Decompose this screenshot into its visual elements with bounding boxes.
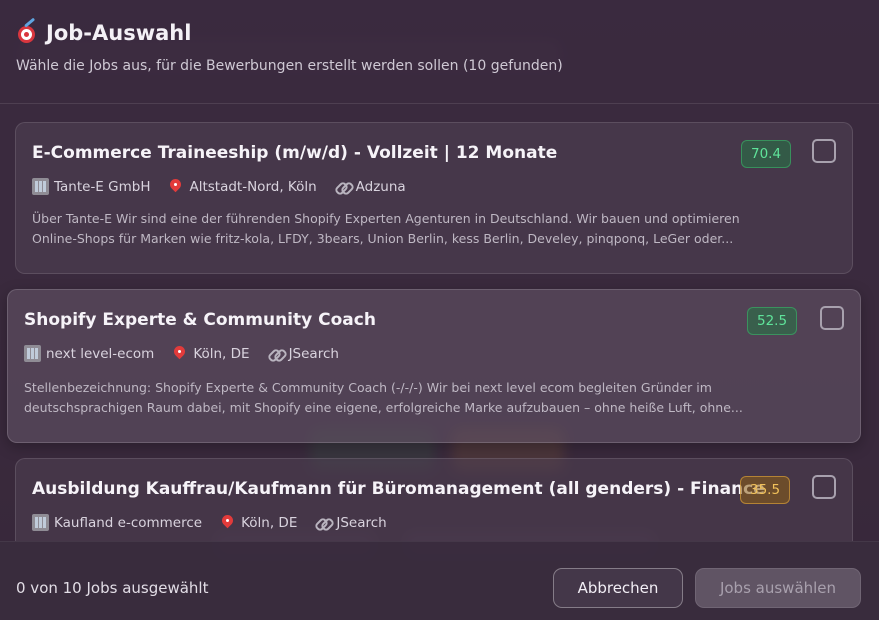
pin-icon bbox=[167, 178, 184, 195]
job-title: E-Commerce Traineeship (m/w/d) - Vollzei… bbox=[32, 143, 558, 163]
job-title: Ausbildung Kauffrau/Kaufmann für Büroman… bbox=[32, 479, 765, 499]
job-meta: next level-ecom Köln, DE JSearch bbox=[24, 345, 356, 362]
match-score-badge: 70.4 bbox=[741, 140, 792, 168]
job-company: Kaufland e-commerce bbox=[54, 514, 203, 531]
building-icon bbox=[24, 345, 41, 362]
dialog-subtitle: Wähle die Jobs aus, für die Bewerbungen … bbox=[16, 58, 563, 74]
dialog-title: Job-Auswahl bbox=[16, 17, 863, 48]
dialog-footer: 0 von 10 Jobs ausgewählt Abbrechen Jobs … bbox=[0, 541, 879, 620]
job-title: Shopify Experte & Community Coach bbox=[24, 310, 376, 330]
job-location: Köln, DE bbox=[193, 345, 250, 362]
link-icon bbox=[334, 178, 351, 195]
match-score-badge: 52.5 bbox=[747, 307, 798, 335]
job-description-line: Online-Shops für Marken wie fritz-kola, … bbox=[32, 231, 734, 246]
dialog-header: Job-Auswahl Wähle die Jobs aus, für die … bbox=[0, 0, 879, 104]
job-select-checkbox[interactable] bbox=[812, 475, 836, 499]
job-card[interactable]: Shopify Experte & Community Coach 52.5 n… bbox=[7, 289, 861, 443]
match-score-badge: 35.5 bbox=[740, 476, 791, 504]
job-select-checkbox[interactable] bbox=[812, 139, 836, 163]
job-description-line: deutschsprachigen Raum dabei, mit Shopif… bbox=[24, 400, 743, 415]
job-card[interactable]: Ausbildung Kauffrau/Kaufmann für Büroman… bbox=[15, 458, 853, 541]
job-company: Tante-E GmbH bbox=[54, 178, 151, 195]
pin-icon bbox=[171, 345, 188, 362]
job-location: Köln, DE bbox=[241, 514, 298, 531]
dialog-title-text: Job-Auswahl bbox=[46, 21, 192, 45]
building-icon bbox=[32, 514, 49, 531]
job-card[interactable]: E-Commerce Traineeship (m/w/d) - Vollzei… bbox=[15, 122, 853, 274]
job-description: Stellenbezeichnung: Shopify Experte & Co… bbox=[24, 378, 743, 418]
job-meta: Kaufland e-commerce Köln, DE JSearch bbox=[32, 514, 404, 531]
select-jobs-button[interactable]: Jobs auswählen bbox=[695, 568, 861, 608]
job-source: JSearch bbox=[336, 514, 387, 531]
selection-count: 0 von 10 Jobs ausgewählt bbox=[16, 579, 209, 597]
job-company: next level-ecom bbox=[46, 345, 155, 362]
pin-icon bbox=[219, 514, 236, 531]
job-description-line: Über Tante-E Wir sind eine der führenden… bbox=[32, 211, 740, 226]
job-meta: Tante-E GmbH Altstadt-Nord, Köln Adzuna bbox=[32, 178, 423, 195]
link-icon bbox=[314, 514, 331, 531]
link-icon bbox=[267, 345, 284, 362]
job-source: JSearch bbox=[288, 345, 339, 362]
job-list[interactable]: E-Commerce Traineeship (m/w/d) - Vollzei… bbox=[0, 105, 879, 541]
job-location: Altstadt-Nord, Köln bbox=[189, 178, 317, 195]
job-source: Adzuna bbox=[355, 178, 406, 195]
building-icon bbox=[32, 178, 49, 195]
cancel-button[interactable]: Abbrechen bbox=[553, 568, 683, 608]
job-description-line: Stellenbezeichnung: Shopify Experte & Co… bbox=[24, 380, 712, 395]
job-description: Über Tante-E Wir sind eine der führenden… bbox=[32, 209, 740, 249]
target-icon bbox=[16, 17, 38, 44]
job-select-checkbox[interactable] bbox=[820, 306, 844, 330]
